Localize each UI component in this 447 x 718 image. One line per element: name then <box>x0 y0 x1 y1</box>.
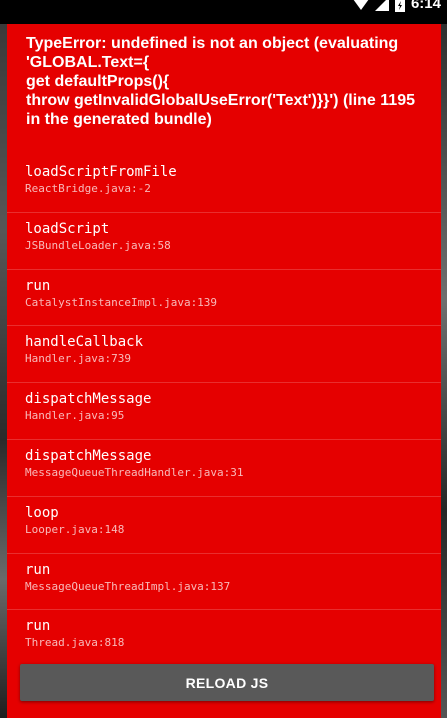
stack-frame[interactable]: run Thread.java:818 <box>7 610 441 667</box>
stack-frame-method: handleCallback <box>25 334 144 351</box>
stack-frame-method: loop <box>25 504 59 521</box>
stack-frame[interactable]: dispatchMessage MessageQueueThreadHandle… <box>7 440 441 497</box>
stack-frame-location: ReactBridge.java:-2 <box>25 182 151 195</box>
stack-frame[interactable]: loop Looper.java:148 <box>7 497 441 554</box>
stack-frame-location: Handler.java:95 <box>25 409 125 423</box>
battery-icon <box>394 0 405 12</box>
stack-trace-list: loadScriptFromFile ReactBridge.java:-2 l… <box>7 156 441 667</box>
stack-frame-method: run <box>25 277 51 294</box>
error-message: TypeError: undefined is not an object (e… <box>26 35 415 128</box>
stack-frame-method: loadScript <box>25 220 110 237</box>
stack-frame[interactable]: run MessageQueueThreadImpl.java:137 <box>7 554 441 611</box>
redbox-error-screen: TypeError: undefined is not an object (e… <box>7 24 441 718</box>
background-app-edge-right <box>441 24 447 718</box>
stack-frame-method: run <box>25 561 51 578</box>
status-bar: 6:14 <box>0 0 447 24</box>
status-icons: 6:14 <box>353 0 441 12</box>
stack-frame-method: dispatchMessage <box>25 391 152 408</box>
stack-frame[interactable]: handleCallback Handler.java:739 <box>7 326 441 384</box>
reload-js-button[interactable]: RELOAD JS <box>20 664 434 701</box>
background-app-edge <box>0 24 7 718</box>
stack-frame[interactable]: loadScriptFromFile ReactBridge.java:-2 <box>7 156 441 213</box>
stack-frame-location: MessageQueueThreadHandler.java:31 <box>25 465 244 479</box>
status-time: 6:14 <box>410 0 441 12</box>
stack-frame[interactable]: dispatchMessage Handler.java:95 <box>7 383 441 440</box>
stack-frame[interactable]: loadScript JSBundleLoader.java:58 <box>7 213 441 270</box>
stack-frame-method: loadScriptFromFile <box>25 164 177 180</box>
stack-frame-location: JSBundleLoader.java:58 <box>25 238 171 252</box>
signal-icon <box>374 0 389 11</box>
stack-frame-location: CatalystInstanceImpl.java:139 <box>25 295 218 309</box>
stack-frame[interactable]: run CatalystInstanceImpl.java:139 <box>7 270 441 327</box>
stack-frame-method: dispatchMessage <box>25 447 152 464</box>
stack-frame-method: run <box>25 618 51 635</box>
stack-frame-location: Handler.java:739 <box>25 352 131 366</box>
stack-frame-location: Looper.java:148 <box>25 522 125 536</box>
stack-frame-location: MessageQueueThreadImpl.java:137 <box>25 579 231 593</box>
stack-frame-location: Thread.java:818 <box>25 636 125 650</box>
wifi-icon <box>353 0 369 11</box>
